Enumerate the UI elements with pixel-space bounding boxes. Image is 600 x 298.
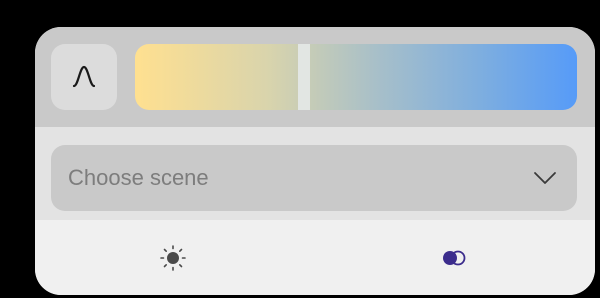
light-control-card: Choose scene — [35, 27, 595, 295]
curve-button[interactable] — [51, 44, 117, 110]
scene-section: Choose scene — [35, 127, 595, 220]
chevron-down-icon — [533, 171, 557, 185]
curve-icon — [72, 65, 96, 88]
choose-scene-dropdown[interactable]: Choose scene — [51, 145, 577, 211]
color-temperature-slider[interactable] — [135, 44, 577, 110]
tab-brightness[interactable] — [153, 238, 193, 278]
scene-label: Choose scene — [68, 165, 209, 190]
tab-color-mix[interactable] — [434, 238, 474, 278]
mode-tabbar — [35, 220, 595, 295]
slider-handle[interactable] — [298, 44, 310, 110]
color-temperature-row — [35, 27, 595, 127]
color-mix-icon — [443, 250, 466, 266]
brightness-icon — [160, 245, 186, 271]
